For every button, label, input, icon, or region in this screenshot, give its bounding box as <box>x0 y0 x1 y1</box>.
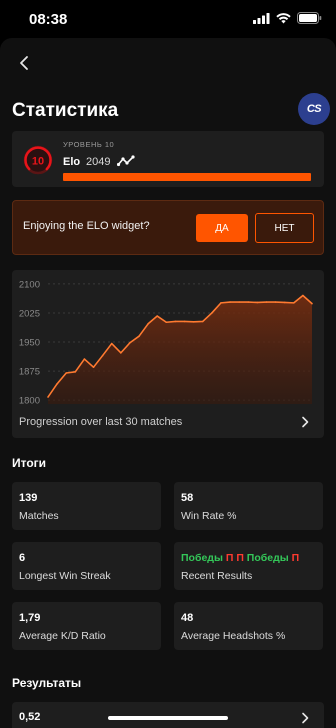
data-point <box>138 335 140 337</box>
wifi-icon <box>276 12 291 23</box>
status-bar: 08:38 <box>0 0 336 38</box>
data-point <box>101 354 104 357</box>
data-point <box>147 322 149 325</box>
trend-icon <box>117 155 135 167</box>
data-point <box>65 372 68 374</box>
results-card[interactable]: 0,52 <box>12 702 324 728</box>
recent-result: П <box>291 552 300 564</box>
stat-value: 48 <box>181 612 194 624</box>
stat-label: Win Rate % <box>181 510 237 522</box>
stat-label: Matches <box>19 510 59 522</box>
y-tick-label: 1875 <box>19 367 40 378</box>
chevron-right-icon[interactable] <box>300 712 310 724</box>
level-badge-icon: 10 <box>23 145 53 175</box>
data-point <box>201 320 204 323</box>
data-point <box>56 383 58 385</box>
data-point <box>165 321 168 324</box>
y-tick-label: 2100 <box>19 279 40 290</box>
stat-card-matches: 139 Matches <box>12 482 161 530</box>
data-point <box>156 315 159 317</box>
stat-label: Recent Results <box>181 570 253 582</box>
stat-card-recent-results: Победы П П Победы П Recent Results <box>174 542 323 590</box>
data-point <box>211 312 213 314</box>
data-point <box>183 320 186 323</box>
avatar[interactable]: CS <box>298 93 330 125</box>
data-point <box>311 302 313 305</box>
y-tick-label: 2025 <box>19 308 40 319</box>
stat-value: 1,79 <box>19 612 41 624</box>
results-section-title: Результаты <box>12 676 82 690</box>
data-point <box>92 366 95 368</box>
data-point <box>265 301 268 303</box>
recent-result: П <box>225 552 234 564</box>
data-point <box>292 302 295 304</box>
status-time: 08:38 <box>29 11 68 28</box>
elo-value: 2049 <box>86 156 111 168</box>
elo-progress-bar <box>63 173 311 181</box>
data-point <box>302 294 304 297</box>
data-point <box>74 371 77 373</box>
widget-question: Enjoying the ELO widget? <box>23 220 150 232</box>
stat-value: 6 <box>19 552 26 564</box>
chevron-right-icon[interactable] <box>300 416 310 428</box>
stat-label: Average Headshots % <box>181 630 286 642</box>
data-point <box>256 301 259 304</box>
data-point <box>110 342 113 345</box>
data-point <box>247 301 250 303</box>
data-point <box>174 320 177 323</box>
page-title: Статистика <box>12 100 119 121</box>
status-icons <box>253 12 322 24</box>
data-point <box>238 301 240 303</box>
data-point <box>192 321 195 323</box>
elo-card[interactable]: 10 УРОВЕНЬ 10 Elo 2049 <box>12 131 324 187</box>
data-point <box>229 301 231 303</box>
recent-result: Победы <box>181 552 223 564</box>
results-value: 0,52 <box>19 711 41 723</box>
stat-card-kd-ratio: 1,79 Average K/D Ratio <box>12 602 161 650</box>
widget-feedback-banner: Enjoying the ELO widget? ДА НЕТ <box>12 200 324 255</box>
cellular-signal-icon <box>253 12 270 24</box>
back-arrow-icon[interactable] <box>16 54 34 72</box>
data-point <box>83 358 86 360</box>
elo-area-fill <box>48 295 312 404</box>
totals-section-title: Итоги <box>12 456 47 470</box>
recent-result: П <box>236 552 244 564</box>
stat-card-headshots: 48 Average Headshots % <box>174 602 323 650</box>
elo-chart-card[interactable]: 2100 2025 1950 1875 1800 Progression over la… <box>12 270 324 438</box>
data-point <box>120 352 122 354</box>
y-tick-label: 1800 <box>19 396 40 407</box>
recent-result: Победы <box>246 552 289 564</box>
stat-card-win-streak: 6 Longest Win Streak <box>12 542 161 590</box>
data-point <box>274 301 277 303</box>
level-label: УРОВЕНЬ 10 <box>63 140 115 149</box>
stat-value: 58 <box>181 492 194 504</box>
stat-label: Longest Win Streak <box>19 570 111 582</box>
stat-value: 139 <box>19 492 38 504</box>
elo-label: Elo <box>63 156 81 168</box>
stat-label: Average K/D Ratio <box>19 630 106 642</box>
stat-card-win-rate: 58 Win Rate % <box>174 482 323 530</box>
avatar-logo-text: CS <box>306 103 322 115</box>
data-point <box>47 396 49 398</box>
yes-button[interactable]: ДА <box>196 214 248 242</box>
elo-progression-chart: 2100 2025 1950 1875 1800 <box>19 279 313 407</box>
data-point <box>129 341 131 344</box>
battery-icon <box>297 12 322 24</box>
data-point <box>220 302 222 304</box>
data-point <box>283 301 286 304</box>
chart-caption: Progression over last 30 matches <box>19 416 183 428</box>
home-indicator <box>108 716 228 720</box>
recent-results-list: Победы П П Победы П <box>181 552 299 564</box>
level-number: 10 <box>32 156 44 168</box>
no-button[interactable]: НЕТ <box>255 213 314 243</box>
y-tick-label: 1950 <box>19 338 40 349</box>
